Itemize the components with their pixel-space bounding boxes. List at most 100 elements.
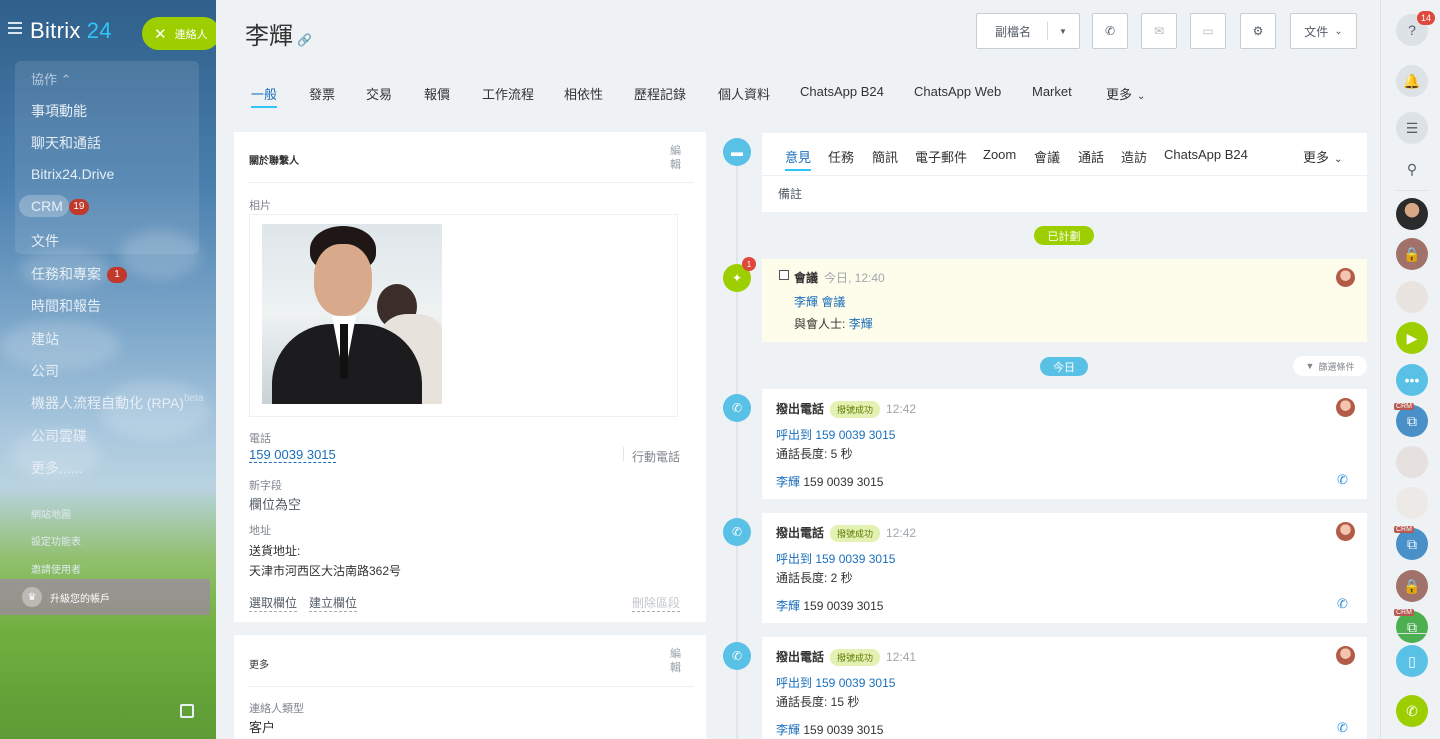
about-edit-link[interactable]: 編輯 (670, 144, 682, 172)
tab-workflows[interactable]: 工作流程 (482, 84, 534, 103)
sidebar-item-feed[interactable]: 事項動能 (31, 101, 87, 121)
sidebar-item-time[interactable]: 時間和報告 (31, 296, 101, 316)
contact-close-button[interactable]: ✕ 連絡人 (142, 17, 216, 50)
tl-tab-email[interactable]: 電子郵件 (915, 147, 967, 166)
responsible-avatar[interactable] (1336, 646, 1355, 665)
tab-history[interactable]: 歷程記錄 (634, 84, 686, 103)
lock-icon[interactable]: 🔒 (1396, 238, 1428, 270)
tl-tab-comment[interactable]: 意見 (785, 147, 812, 171)
address-type: 送貨地址: (249, 544, 301, 558)
address-value: 天津市河西区大沽南路362号 (249, 564, 402, 578)
sidebar-config-menu-link[interactable]: 設定功能表 (31, 533, 81, 548)
delete-section-link[interactable]: 刪除區段 (632, 594, 681, 612)
sidebar-item-company[interactable]: 公司 (31, 361, 59, 381)
chat-bubble-icon[interactable]: ☰ (1396, 112, 1428, 144)
call-title: 撥出電話 撥號成功 12:42 (776, 524, 916, 543)
sidebar-item-crm[interactable]: CRM 19 (31, 198, 89, 216)
tab-chatsapp-b24[interactable]: ChatsApp B24 (800, 84, 884, 99)
meeting-counter-badge: 1 (742, 257, 756, 271)
sidebar-item-more[interactable]: 更多...... (31, 458, 82, 478)
call-duration: 通話長度: 15 秒 (776, 695, 860, 709)
note-input[interactable]: 備註 (778, 185, 802, 202)
more-edit-link[interactable]: 編輯 (670, 647, 682, 675)
sidebar-item-docs[interactable]: 文件 (31, 231, 59, 251)
crown-icon: ♛ (22, 587, 42, 607)
create-field-link[interactable]: 建立欄位 (309, 594, 358, 612)
phone-icon[interactable]: ✆ (1396, 695, 1428, 727)
tab-chatsapp-web[interactable]: ChatsApp Web (914, 84, 1001, 99)
call-dot: ✆ (723, 394, 751, 422)
print-icon[interactable] (180, 704, 194, 718)
call-to-link[interactable]: 呼出到 159 0039 3015 (776, 550, 895, 567)
call-button[interactable]: ✆ (1092, 13, 1128, 49)
sidebar-item-rpa[interactable]: 機器人流程自動化 (RPA)beta (31, 393, 203, 413)
select-field-link[interactable]: 選取欄位 (249, 594, 298, 612)
filter-button[interactable]: ▼ 篩選條件 (1293, 356, 1367, 376)
upgrade-account-button[interactable]: ♛ 升級您的帳戶 (0, 579, 210, 615)
sub-name-dropdown[interactable]: 副檔名 ▼ (976, 13, 1080, 49)
call-to-link[interactable]: 呼出到 159 0039 3015 (776, 674, 895, 691)
contact-type-label: 連絡人類型 (249, 703, 304, 715)
sidebar-item-drive[interactable]: Bitrix24.Drive (31, 166, 114, 182)
tab-dependencies[interactable]: 相依性 (564, 84, 603, 103)
user-avatar-icon[interactable] (1396, 487, 1428, 519)
call-to-link[interactable]: 呼出到 159 0039 3015 (776, 426, 895, 443)
close-icon: ✕ (154, 25, 167, 43)
video-icon[interactable]: ▶ (1396, 322, 1428, 354)
tl-tab-chatsapp[interactable]: ChatsApp B24 (1164, 147, 1248, 162)
call-title: 撥出電話 撥號成功 12:41 (776, 648, 916, 667)
group-avatar-icon[interactable] (1396, 281, 1428, 313)
email-button[interactable]: ✉ (1141, 13, 1177, 49)
phone-icon: ✆ (731, 649, 743, 663)
link-icon[interactable]: 🔗 (297, 33, 312, 47)
dots-chat-icon[interactable]: ••• (1396, 364, 1428, 396)
phone-call-icon[interactable]: ✆ (1337, 720, 1351, 735)
sidebar-item-company-drive[interactable]: 公司雲碟 (31, 426, 87, 446)
search-icon[interactable]: ⚲ (1396, 153, 1428, 185)
sidebar-item-chat[interactable]: 聊天和通話 (31, 133, 101, 153)
document-dropdown[interactable]: 文件 ⌄ (1290, 13, 1357, 49)
tl-tab-sms[interactable]: 簡訊 (872, 147, 898, 166)
tab-deals[interactable]: 交易 (366, 84, 392, 103)
sidebar-invite-users-link[interactable]: 邀請使用者 (31, 561, 81, 576)
tab-market[interactable]: Market (1032, 84, 1072, 99)
sidebar-item-sites[interactable]: 建站 (31, 329, 59, 349)
tl-tab-task[interactable]: 任務 (828, 147, 854, 166)
menu-burger-icon[interactable] (8, 22, 22, 34)
sidebar-item-tasks[interactable]: 任務和專案 1 (31, 264, 127, 284)
phone-call-icon[interactable]: ✆ (1337, 596, 1351, 611)
call-dot: ✆ (723, 518, 751, 546)
tab-general[interactable]: 一般 (251, 84, 278, 108)
tab-quotes[interactable]: 報價 (424, 84, 450, 103)
tab-profile[interactable]: 個人資料 (718, 84, 770, 103)
tl-tab-visit[interactable]: 造訪 (1121, 147, 1147, 166)
call-status-badge: 撥號成功 (830, 649, 881, 667)
new-field-label: 新字段 (249, 480, 282, 492)
contact-center-icon[interactable]: ▯ (1396, 645, 1428, 677)
sidebar-sitemap-link[interactable]: 網站地圖 (31, 506, 71, 521)
responsible-avatar[interactable] (1336, 398, 1355, 417)
lock-icon[interactable]: 🔒 (1396, 570, 1428, 602)
responsible-avatar[interactable] (1336, 268, 1355, 287)
settings-button[interactable]: ⚙ (1240, 13, 1276, 49)
tl-tab-more[interactable]: 更多 ⌄ (1303, 147, 1342, 166)
tl-tab-call[interactable]: 通話 (1078, 147, 1104, 166)
phone-value[interactable]: 159 0039 3015 (249, 447, 336, 463)
meeting-checkbox[interactable] (779, 270, 789, 280)
phone-call-icon[interactable]: ✆ (1337, 472, 1351, 487)
crm-tag: CRM (1394, 526, 1414, 533)
user-avatar-icon[interactable] (1396, 198, 1428, 230)
bell-icon[interactable]: 🔔 (1396, 65, 1428, 97)
tl-tab-zoom[interactable]: Zoom (983, 147, 1016, 162)
tl-tab-meeting[interactable]: 會議 (1034, 147, 1060, 166)
meeting-subject-link[interactable]: 李輝 會議 (794, 293, 845, 310)
chat-button[interactable]: ▭ (1190, 13, 1226, 49)
tab-more[interactable]: 更多 ⌄ (1106, 84, 1145, 103)
sidebar-group-collab[interactable]: 協作 ⌃ (31, 69, 72, 88)
responsible-avatar[interactable] (1336, 522, 1355, 541)
user-avatar-icon[interactable] (1396, 446, 1428, 478)
tab-invoices[interactable]: 發票 (309, 84, 335, 103)
call-card: 撥出電話 撥號成功 12:41 呼出到 159 0039 3015 通話長度: 15… (762, 637, 1367, 739)
bitrix-logo[interactable]: Bitrix 24 (30, 18, 112, 44)
photo-frame[interactable] (249, 214, 678, 417)
